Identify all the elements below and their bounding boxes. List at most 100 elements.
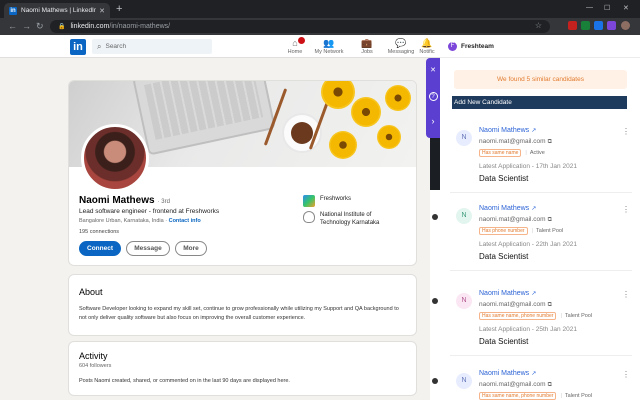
- browser-tab[interactable]: in Naomi Mathews | LinkedIn ✕: [4, 3, 110, 18]
- more-options-icon[interactable]: ⋮: [622, 370, 630, 379]
- candidate-name-link[interactable]: Naomi Mathews ↗: [479, 205, 536, 212]
- back-icon[interactable]: ←: [8, 21, 17, 31]
- external-link-icon: ↗: [531, 291, 537, 297]
- tab-title: Naomi Mathews | LinkedIn: [21, 7, 97, 14]
- candidate-card[interactable]: N Naomi Mathews ↗ naomi.mat@gmail.com ⧉ Ha…: [450, 118, 632, 193]
- collapse-chevron-icon[interactable]: ›: [428, 116, 438, 126]
- browser-tab-bar: in Naomi Mathews | LinkedIn ✕ + — ☐ ✕: [0, 0, 640, 18]
- copy-icon[interactable]: ⧉: [548, 382, 552, 388]
- flower-image: [329, 131, 357, 159]
- job-title: Data Scientist: [479, 337, 529, 346]
- home-icon: ⌂: [292, 38, 298, 48]
- laptop-image: [132, 81, 276, 156]
- nav-label: Home: [287, 49, 303, 55]
- more-options-icon[interactable]: ⋮: [622, 205, 630, 214]
- candidate-email-row: naomi.mat@gmail.com ⧉: [479, 381, 552, 389]
- add-new-candidate-button[interactable]: Add New Candidate: [452, 96, 627, 109]
- connections-count[interactable]: 195 connections: [79, 229, 119, 235]
- extension-icon[interactable]: [568, 21, 577, 30]
- candidate-card[interactable]: N Naomi Mathews ↗ naomi.mat@gmail.com ⧉ Ha…: [450, 281, 632, 356]
- company-name: Freshworks: [320, 196, 352, 202]
- freshteam-extension-icon[interactable]: [607, 21, 616, 30]
- more-button[interactable]: More: [175, 241, 207, 256]
- candidate-email-row: naomi.mat@gmail.com ⧉: [479, 301, 552, 309]
- company-freshworks[interactable]: Freshworks: [303, 195, 351, 207]
- candidate-email: naomi.mat@gmail.com: [479, 138, 546, 145]
- linkedin-header: in ⌕ Search ⌂ Home 👥 My Network 💼 Jobs 💬…: [0, 35, 440, 58]
- contact-info-link[interactable]: Contact info: [169, 218, 201, 224]
- connect-button[interactable]: Connect: [79, 241, 121, 256]
- candidate-tags: Has same name, phone number | Talent Poo…: [479, 312, 595, 320]
- minimize-icon[interactable]: —: [586, 4, 593, 11]
- candidate-tags: Has phone number | Talent Pool: [479, 227, 566, 235]
- search-input[interactable]: ⌕ Search: [92, 39, 212, 54]
- bookmark-star-icon[interactable]: ☆: [535, 21, 542, 30]
- url-domain: linkedin.com: [70, 23, 110, 30]
- profile-avatar-icon[interactable]: [621, 21, 630, 30]
- copy-icon[interactable]: ⧉: [548, 217, 552, 223]
- candidate-email: naomi.mat@gmail.com: [479, 216, 546, 223]
- profile-photo[interactable]: [81, 124, 149, 192]
- candidate-avatar: N: [456, 293, 472, 309]
- more-options-icon[interactable]: ⋮: [622, 127, 630, 136]
- candidate-avatar: N: [456, 208, 472, 224]
- activity-card: Activity 604 followers Posts Naomi creat…: [68, 341, 417, 396]
- flower-image: [377, 125, 401, 149]
- school-nitk[interactable]: National Institute of Technology Karnata…: [303, 211, 403, 227]
- external-link-icon: ↗: [531, 371, 537, 377]
- forward-icon[interactable]: →: [22, 21, 31, 31]
- connection-degree: · 3rd: [157, 199, 170, 205]
- profile-name-row: Naomi Mathews · 3rd: [79, 195, 170, 206]
- messaging-icon: 💬: [395, 38, 407, 48]
- extension-icon[interactable]: [594, 21, 603, 30]
- nav-jobs[interactable]: 💼 Jobs: [350, 38, 384, 55]
- help-icon[interactable]: ?: [428, 92, 438, 101]
- nav-label: My Network: [314, 49, 344, 55]
- job-title: Data Scientist: [479, 252, 529, 261]
- candidate-status: Talent Pool: [564, 313, 593, 319]
- candidate-name-link[interactable]: Naomi Mathews ↗: [479, 127, 536, 134]
- candidate-name: Naomi Mathews: [479, 290, 530, 297]
- nav-my-network[interactable]: 👥 My Network: [312, 38, 346, 55]
- candidate-name: Naomi Mathews: [479, 205, 530, 212]
- school-name: National Institute of Technology Karnata…: [320, 212, 380, 226]
- nav-home[interactable]: ⌂ Home: [278, 37, 312, 55]
- jobs-icon: 💼: [361, 38, 373, 48]
- more-options-icon[interactable]: ⋮: [622, 290, 630, 299]
- address-bar[interactable]: 🔒 linkedin.com/in/naomi-mathews/ ☆: [50, 20, 550, 33]
- linkedin-favicon-icon: in: [9, 6, 17, 15]
- message-button[interactable]: Message: [126, 241, 170, 256]
- candidate-tags: Has same name, phone number | Talent Poo…: [479, 392, 595, 400]
- new-tab-button[interactable]: +: [116, 3, 122, 15]
- copy-icon[interactable]: ⧉: [548, 302, 552, 308]
- maximize-icon[interactable]: ☐: [604, 4, 610, 12]
- candidate-name-link[interactable]: Naomi Mathews ↗: [479, 290, 536, 297]
- freshteam-logo-icon: F: [448, 41, 457, 51]
- candidate-name: Naomi Mathews: [479, 127, 530, 134]
- reload-icon[interactable]: ↻: [36, 21, 44, 31]
- nav-notifications[interactable]: 🔔 Notific: [414, 38, 440, 55]
- profile-name: Naomi Mathews: [79, 195, 155, 206]
- freshworks-logo-icon: [303, 195, 315, 207]
- activity-text: Posts Naomi created, shared, or commente…: [79, 378, 290, 384]
- candidate-status: Talent Pool: [535, 228, 564, 234]
- linkedin-logo[interactable]: in: [70, 39, 86, 55]
- notification-badge: [298, 37, 305, 44]
- job-title: Data Scientist: [479, 174, 529, 183]
- candidate-card[interactable]: N Naomi Mathews ↗ naomi.mat@gmail.com ⧉ Ha…: [450, 361, 632, 400]
- copy-icon[interactable]: ⧉: [548, 139, 552, 145]
- candidate-name: Naomi Mathews: [479, 370, 530, 377]
- about-title: About: [79, 287, 103, 297]
- candidate-card[interactable]: N Naomi Mathews ↗ naomi.mat@gmail.com ⧉ Ha…: [450, 196, 632, 271]
- close-panel-icon[interactable]: ✕: [428, 66, 438, 76]
- people-avatar: [432, 298, 438, 304]
- candidate-name-link[interactable]: Naomi Mathews ↗: [479, 370, 536, 377]
- window-close-icon[interactable]: ✕: [623, 4, 629, 12]
- candidate-tags: Has same name | Active: [479, 149, 548, 157]
- tab-close-icon[interactable]: ✕: [99, 7, 105, 15]
- latest-application: Latest Application - 25th Jan 2021: [479, 326, 577, 333]
- extension-icon[interactable]: [581, 21, 590, 30]
- nav-messaging[interactable]: 💬 Messaging: [384, 38, 418, 55]
- people-avatar: [432, 378, 438, 384]
- profile-headline: Lead software engineer - frontend at Fre…: [79, 208, 220, 215]
